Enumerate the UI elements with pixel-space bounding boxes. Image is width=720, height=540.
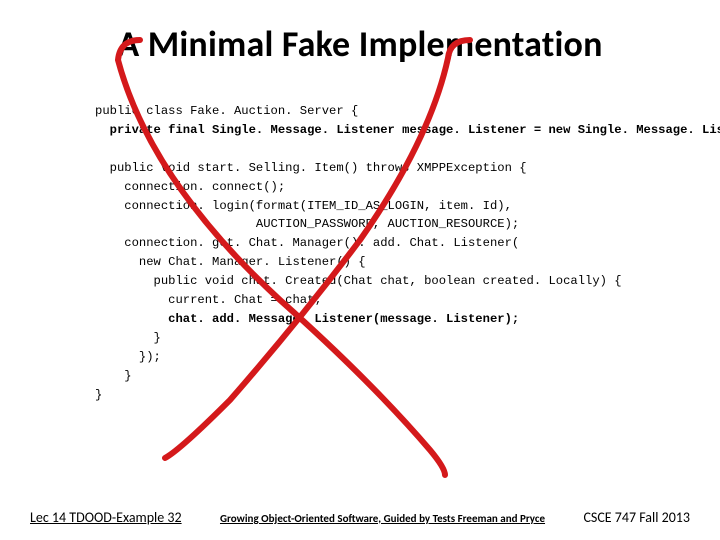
code-line: }	[95, 331, 161, 345]
code-line: connection. get. Chat. Manager(). add. C…	[95, 236, 519, 250]
slide-title: A Minimal Fake Implementation	[0, 22, 720, 66]
code-line: private final Single. Message. Listener …	[95, 123, 720, 137]
code-line: current. Chat = chat;	[95, 293, 322, 307]
code-line: connection. connect();	[95, 180, 285, 194]
code-line: new Chat. Manager. Listener() {	[95, 255, 366, 269]
slide: A Minimal Fake Implementation public cla…	[0, 0, 720, 540]
slide-footer: Lec 14 TDOOD-Example 32 Growing Object-O…	[0, 509, 720, 526]
code-line: public void start. Selling. Item() throw…	[95, 161, 527, 175]
code-line: AUCTION_PASSWORD, AUCTION_RESOURCE);	[95, 217, 519, 231]
footer-right: CSCE 747 Fall 2013	[583, 509, 690, 526]
code-line: });	[95, 350, 161, 364]
footer-left: Lec 14 TDOOD-Example 32	[30, 509, 182, 526]
footer-center: Growing Object-Oriented Software, Guided…	[182, 512, 584, 526]
code-block: public class Fake. Auction. Server { pri…	[95, 102, 675, 405]
code-line: chat. add. Message. Listener(message. Li…	[95, 312, 519, 326]
code-line: }	[95, 388, 102, 402]
code-line: public class Fake. Auction. Server {	[95, 104, 358, 118]
code-line: connection. login(format(ITEM_ID_AS_LOGI…	[95, 199, 512, 213]
code-line: }	[95, 369, 132, 383]
code-line: public void chat. Created(Chat chat, boo…	[95, 274, 622, 288]
